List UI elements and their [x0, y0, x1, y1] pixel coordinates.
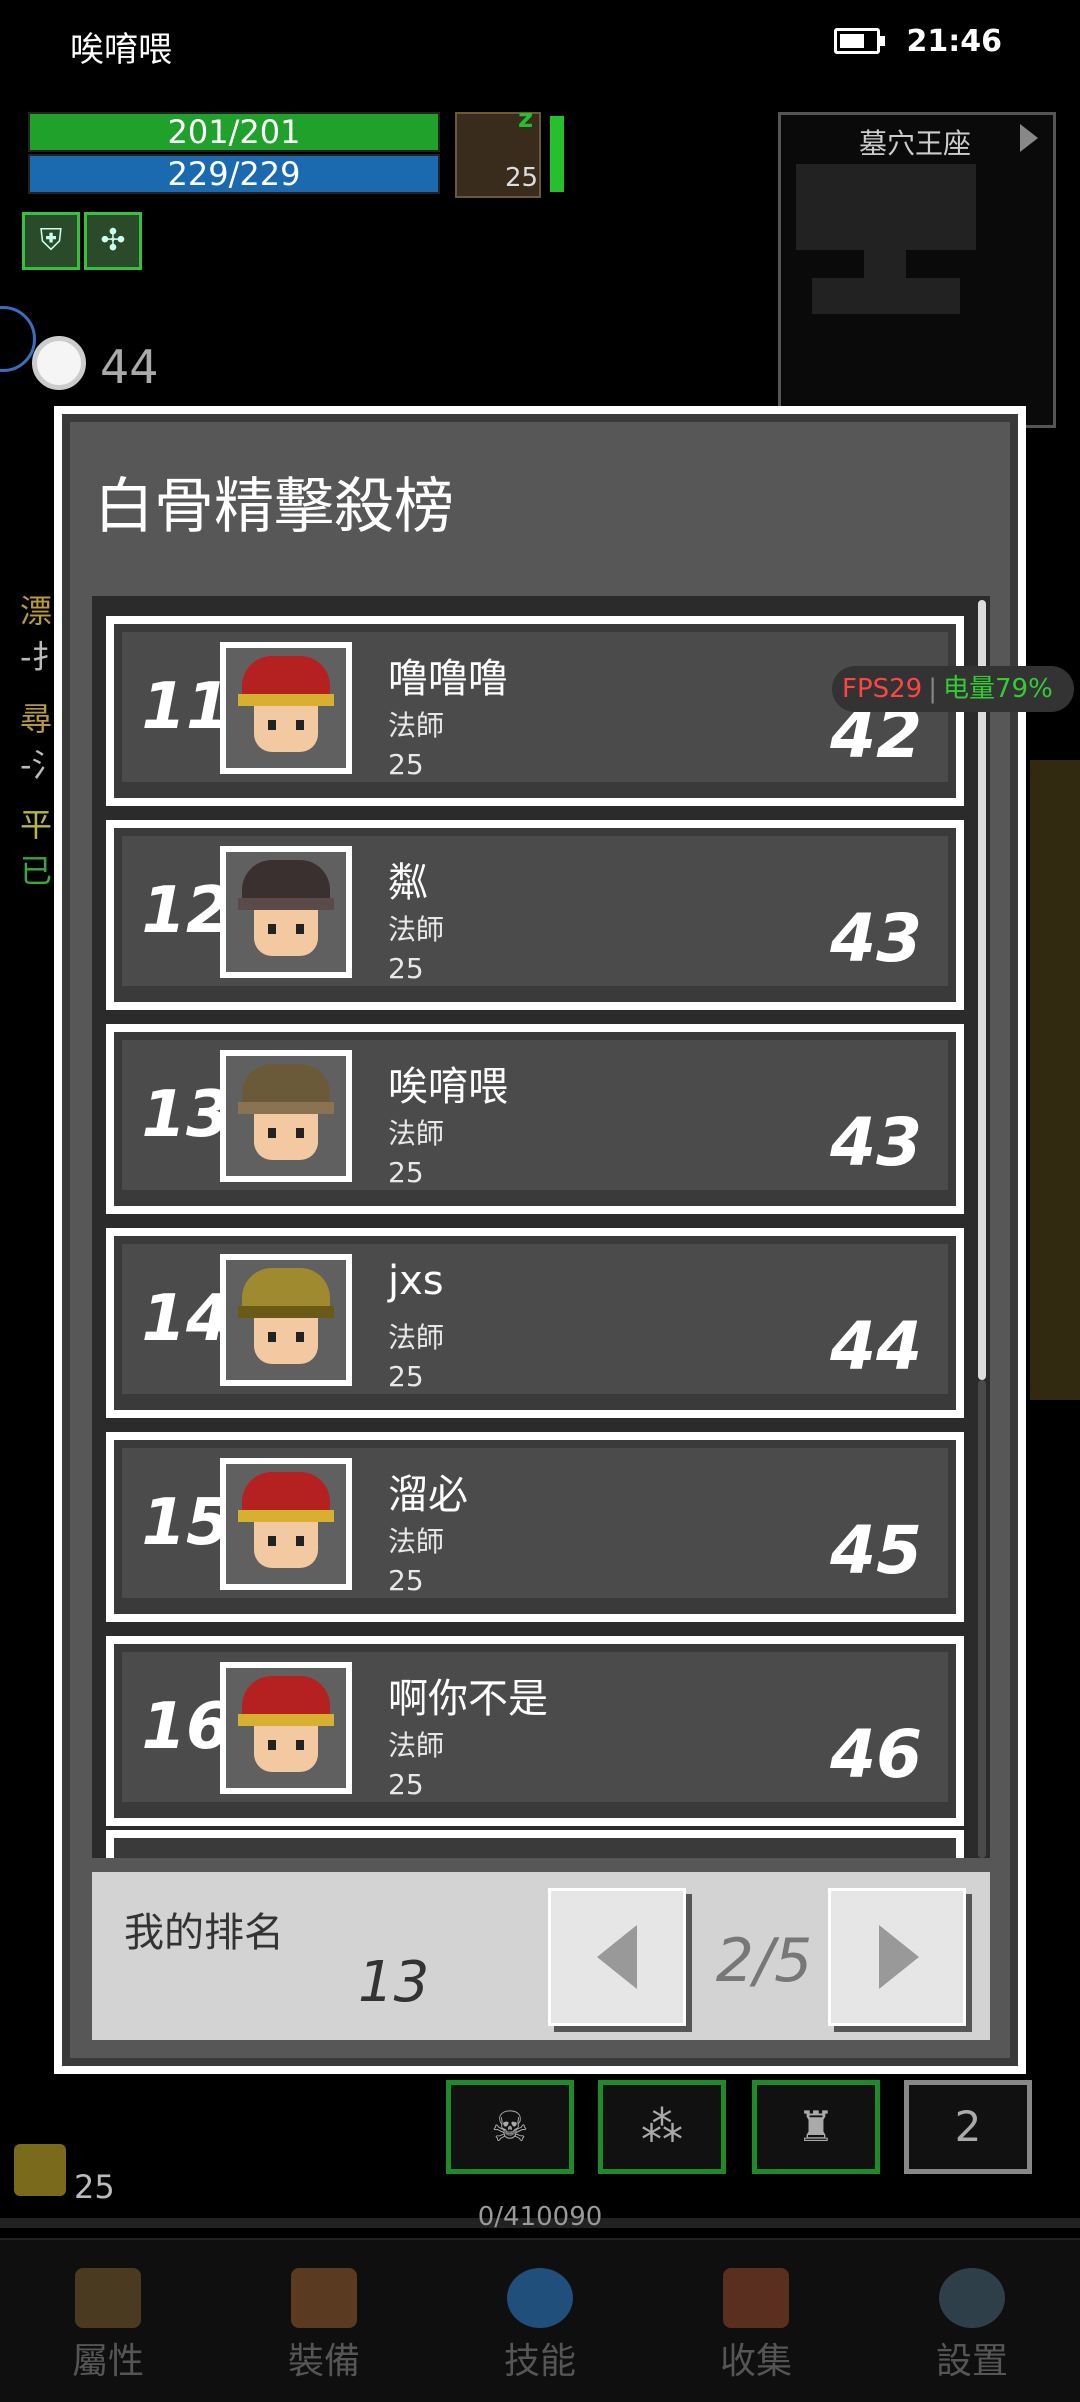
dialog-title: 白骨精擊殺榜 — [94, 472, 454, 542]
nav-label: 收集 — [719, 2341, 792, 2382]
row-class: 法師 — [388, 1729, 445, 1762]
shield-buff-icon[interactable]: ⛨ — [22, 212, 80, 270]
turn-counter: 44 — [100, 340, 159, 394]
log-line: 尋 — [20, 700, 53, 738]
nav-label: 裝備 — [287, 2341, 360, 2382]
nav-settings[interactable]: 設置 — [864, 2240, 1080, 2402]
nav-equipment[interactable]: 裝備 — [216, 2240, 432, 2402]
row-name: 粼 — [388, 860, 428, 906]
row-level: 25 — [388, 1156, 424, 1189]
table-row-partial-inner — [114, 1838, 956, 1858]
log-line: 漂 — [20, 592, 53, 630]
page-indicator: 2/5 — [715, 1926, 813, 1996]
book-icon — [723, 2268, 789, 2328]
fps-overlay: FPS29 | 电量79% — [832, 666, 1074, 712]
row-name: jxs — [388, 1258, 444, 1304]
avatar — [220, 1050, 352, 1182]
log-line: 已 — [20, 852, 53, 890]
minimap-room — [796, 164, 976, 250]
row-kill-count: 45 — [830, 1512, 922, 1589]
portrait-status-bar — [550, 116, 564, 192]
chevron-right-icon — [879, 1925, 919, 1989]
battery-icon — [834, 28, 885, 54]
avatar — [220, 1458, 352, 1590]
status-bar-time: 21:46 — [906, 24, 1003, 59]
minimap-title: 墓穴王座 — [858, 127, 971, 160]
nav-attributes[interactable]: 屬性 — [0, 2240, 216, 2402]
nav-label: 屬性 — [71, 2341, 144, 2382]
row-name: 唉唷喂 — [388, 1064, 508, 1110]
gem-icon — [507, 2268, 573, 2328]
skill-slot[interactable]: ♜ — [752, 2080, 880, 2174]
status-bar-title: 唉唷喂 — [70, 30, 172, 70]
leaderboard-row[interactable]: 16 啊你不是 法師 25 46 — [106, 1636, 964, 1826]
avatar — [220, 642, 352, 774]
row-kill-count: 44 — [830, 1308, 922, 1385]
row-level: 25 — [388, 952, 424, 985]
row-name: 溜必 — [388, 1472, 468, 1518]
minimap-room — [812, 278, 960, 314]
sleep-icon: z — [518, 104, 534, 134]
row-level: 25 — [388, 748, 424, 781]
my-rank-value: 13 — [358, 1950, 430, 2015]
minimap-room — [864, 248, 906, 278]
fps-text: FPS29 — [842, 674, 923, 704]
leaderboard-row[interactable]: 15 溜必 法師 25 45 — [106, 1432, 964, 1622]
rune-buff-icon[interactable]: ✣ — [84, 212, 142, 270]
skill-slot[interactable]: ☠ — [446, 2080, 574, 2174]
scrollbar-thumb[interactable] — [978, 600, 986, 1380]
nav-label: 技能 — [503, 2341, 576, 2382]
bottom-nav: 屬性 裝備 技能 收集 設置 — [0, 2238, 1080, 2402]
edge-badge-icon[interactable] — [0, 306, 36, 372]
gold-icon — [14, 2144, 66, 2196]
clock-icon — [32, 336, 86, 390]
row-class: 法師 — [388, 1525, 445, 1558]
nav-collection[interactable]: 收集 — [648, 2240, 864, 2402]
gear-icon — [939, 2268, 1005, 2328]
row-name: 噜噜噜 — [388, 656, 508, 702]
leaderboard-row[interactable]: 11 噜噜噜 法師 25 42 — [106, 616, 964, 806]
row-class: 法師 — [388, 709, 445, 742]
helmet-icon — [75, 2268, 141, 2328]
row-class: 法師 — [388, 1321, 445, 1354]
row-class: 法師 — [388, 1117, 445, 1150]
bag-icon — [291, 2268, 357, 2328]
mp-bar: 229/229 — [28, 154, 440, 194]
gold-amount: 25 — [74, 2168, 115, 2206]
avatar — [220, 1254, 352, 1386]
log-line: 平 — [20, 806, 53, 844]
row-name: 啊你不是 — [388, 1676, 548, 1722]
battery-text: 电量79% — [943, 674, 1053, 704]
row-level: 25 — [388, 1564, 424, 1597]
avatar — [220, 846, 352, 978]
row-class: 法師 — [388, 913, 445, 946]
player-level: 25 — [505, 163, 539, 193]
leaderboard-row[interactable]: 13 唉唷喂 法師 25 43 — [106, 1024, 964, 1214]
avatar — [220, 1662, 352, 1794]
dungeon-wall — [1030, 760, 1080, 1400]
chevron-left-icon — [597, 1925, 637, 1989]
item-slot-count[interactable]: 2 — [904, 2080, 1032, 2174]
prev-page-button[interactable] — [548, 1888, 686, 2026]
row-kill-count: 46 — [830, 1716, 922, 1793]
scrollbar-track[interactable] — [978, 1380, 986, 1858]
nav-skills[interactable]: 技能 — [432, 2240, 648, 2402]
leaderboard-row[interactable]: 14 jxs 法師 25 44 — [106, 1228, 964, 1418]
my-rank-label: 我的排名 — [124, 1910, 284, 1956]
nav-label: 設置 — [935, 2341, 1008, 2382]
row-kill-count: 43 — [830, 900, 922, 977]
next-page-button[interactable] — [828, 1888, 966, 2026]
minimap-expand-icon[interactable] — [1020, 124, 1038, 152]
hp-bar: 201/201 — [28, 112, 440, 152]
skill-slot[interactable]: ⁂ — [598, 2080, 726, 2174]
row-kill-count: 43 — [830, 1104, 922, 1181]
row-level: 25 — [388, 1360, 424, 1393]
leaderboard-row[interactable]: 12 粼法師 25 43 — [106, 820, 964, 1010]
xp-text: 0/410090 — [477, 2202, 603, 2232]
row-level: 25 — [388, 1768, 424, 1801]
